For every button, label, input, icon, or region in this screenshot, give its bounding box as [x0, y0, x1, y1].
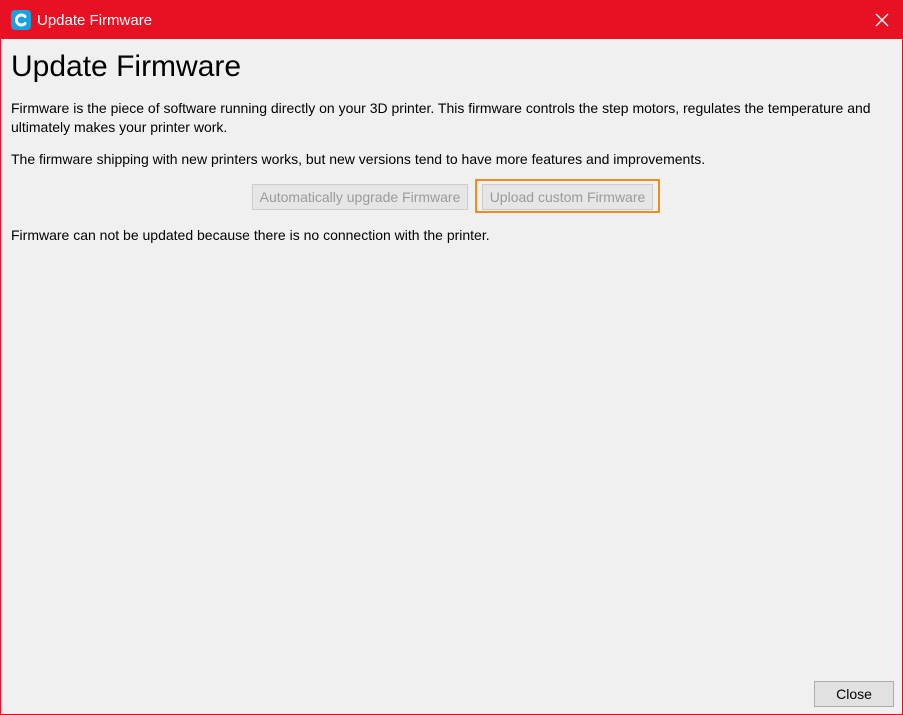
firmware-note: The firmware shipping with new printers … [11, 151, 706, 167]
window-title: Update Firmware [37, 12, 153, 29]
dialog-content: Update Firmware Firmware is the piece of… [1, 39, 902, 714]
firmware-description: Firmware is the piece of software runnin… [11, 100, 871, 135]
cura-c-icon [11, 10, 31, 30]
title-bar[interactable]: Update Firmware [1, 1, 902, 39]
status-message: Firmware can not be updated because ther… [11, 227, 490, 243]
close-icon[interactable] [867, 5, 897, 35]
close-button[interactable]: Close [814, 681, 894, 707]
auto-upgrade-button[interactable]: Automatically upgrade Firmware [252, 184, 468, 210]
page-title: Update Firmware [11, 50, 242, 83]
update-firmware-dialog: Update Firmware Update Firmware Firmware… [0, 0, 903, 715]
upload-custom-firmware-button[interactable]: Upload custom Firmware [482, 184, 653, 210]
